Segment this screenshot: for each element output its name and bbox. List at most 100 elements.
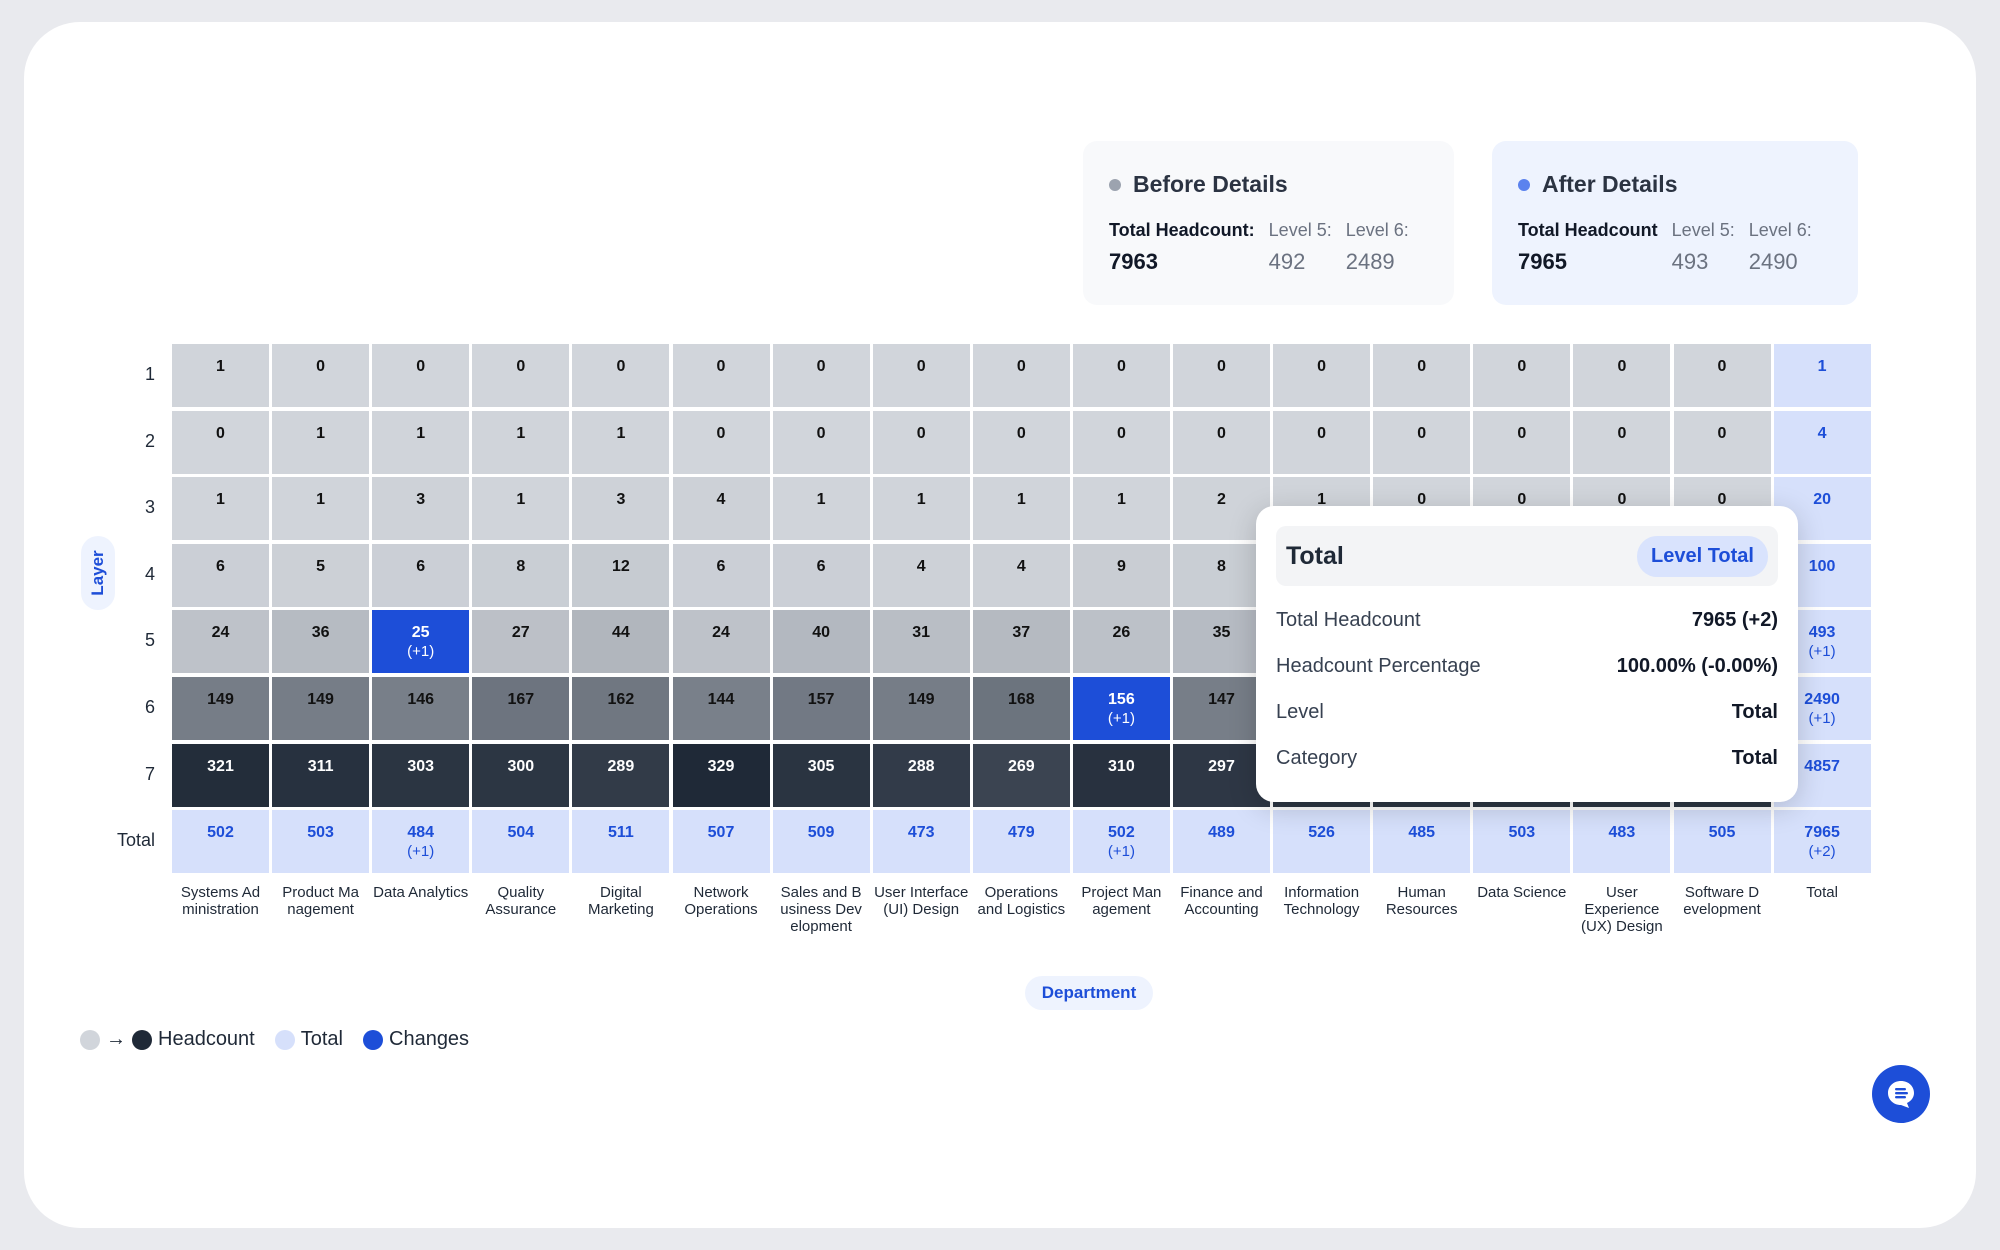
heatmap-cell[interactable]: 24 <box>672 610 770 674</box>
heatmap-cell[interactable]: 1 <box>172 344 269 407</box>
heatmap-cell[interactable]: 0 <box>472 344 570 407</box>
heatmap-cell[interactable]: 321 <box>172 743 269 807</box>
heatmap-cell[interactable]: 8 <box>472 543 570 607</box>
heatmap-cell[interactable]: 12 <box>572 543 670 607</box>
heatmap-total-cell[interactable]: 484 (+1) <box>372 810 470 874</box>
legend-total[interactable]: Total <box>274 1028 343 1051</box>
heatmap-cell[interactable]: 4 <box>972 543 1070 607</box>
heatmap-cell[interactable]: 1 <box>372 410 470 474</box>
heatmap-cell[interactable]: 0 <box>1173 410 1270 474</box>
heatmap-cell[interactable]: 0 <box>1673 410 1771 474</box>
heatmap-cell[interactable]: 311 <box>272 743 370 807</box>
heatmap-total-cell[interactable]: 526 <box>1273 810 1371 874</box>
heatmap-cell[interactable]: 149 <box>172 677 269 740</box>
heatmap-cell[interactable]: 36 <box>272 610 370 674</box>
heatmap-cell[interactable]: 0 <box>1072 344 1170 407</box>
heatmap-cell[interactable]: 6 <box>772 543 870 607</box>
chat-button[interactable] <box>1872 1065 1930 1123</box>
heatmap-total-cell[interactable]: 483 <box>1573 810 1671 874</box>
heatmap-cell[interactable]: 24 <box>172 610 269 674</box>
heatmap-cell[interactable]: 157 <box>772 677 870 740</box>
legend-headcount[interactable]: → Headcount <box>80 1028 255 1051</box>
heatmap-cell[interactable]: 1 <box>272 410 370 474</box>
heatmap-total-cell[interactable]: 507 <box>672 810 770 874</box>
heatmap-cell[interactable]: 167 <box>472 677 570 740</box>
heatmap-cell[interactable]: 6 <box>372 543 470 607</box>
heatmap-total-cell[interactable]: 509 <box>772 810 870 874</box>
heatmap-cell[interactable]: 162 <box>572 677 670 740</box>
heatmap-cell[interactable]: 1 <box>572 410 670 474</box>
heatmap-cell[interactable]: 269 <box>972 743 1070 807</box>
heatmap-cell[interactable]: 5 <box>272 543 370 607</box>
heatmap-cell[interactable]: 31 <box>872 610 970 674</box>
heatmap-cell[interactable]: 0 <box>1673 344 1771 407</box>
heatmap-cell[interactable]: 303 <box>372 743 470 807</box>
legend-changes[interactable]: Changes <box>363 1028 469 1051</box>
heatmap-total-cell[interactable]: 7965 (+2) <box>1773 810 1871 874</box>
heatmap-total-cell[interactable]: 503 <box>272 810 370 874</box>
heatmap-cell[interactable]: 6 <box>172 543 269 607</box>
heatmap-cell[interactable]: 3 <box>372 477 470 541</box>
heatmap-cell[interactable]: 1 <box>872 477 970 541</box>
heatmap-cell[interactable]: 27 <box>472 610 570 674</box>
heatmap-cell[interactable]: 329 <box>672 743 770 807</box>
heatmap-cell[interactable]: 1 <box>172 477 269 541</box>
heatmap-cell[interactable]: 300 <box>472 743 570 807</box>
heatmap-total-cell[interactable]: 511 <box>572 810 670 874</box>
heatmap-cell[interactable]: 6 <box>672 543 770 607</box>
heatmap-cell[interactable]: 305 <box>772 743 870 807</box>
heatmap-cell[interactable]: 144 <box>672 677 770 740</box>
heatmap-cell[interactable]: 1 <box>472 477 570 541</box>
heatmap-cell[interactable]: 0 <box>772 410 870 474</box>
heatmap-total-cell[interactable]: 473 <box>872 810 970 874</box>
heatmap-cell[interactable]: 0 <box>172 410 269 474</box>
heatmap-total-cell[interactable]: 1 <box>1773 344 1871 407</box>
heatmap-cell[interactable]: 1 <box>772 477 870 541</box>
heatmap-cell[interactable]: 9 <box>1072 543 1170 607</box>
heatmap-cell[interactable]: 0 <box>1573 344 1671 407</box>
heatmap-total-cell[interactable]: 505 <box>1673 810 1771 874</box>
heatmap-cell[interactable]: 1 <box>972 477 1070 541</box>
heatmap-cell[interactable]: 26 <box>1072 610 1170 674</box>
heatmap-cell[interactable]: 0 <box>572 344 670 407</box>
heatmap-cell[interactable]: 310 <box>1072 743 1170 807</box>
heatmap-cell[interactable]: 168 <box>972 677 1070 740</box>
heatmap-cell[interactable]: 0 <box>1373 344 1471 407</box>
heatmap-total-cell[interactable]: 502 (+1) <box>1072 810 1170 874</box>
heatmap-cell[interactable]: 289 <box>572 743 670 807</box>
heatmap-cell[interactable]: 4 <box>672 477 770 541</box>
heatmap-cell[interactable]: 25 (+1) <box>372 610 470 674</box>
heatmap-cell[interactable]: 44 <box>572 610 670 674</box>
heatmap-total-cell[interactable]: 489 <box>1173 810 1270 874</box>
heatmap-cell[interactable]: 0 <box>672 410 770 474</box>
heatmap-cell[interactable]: 0 <box>872 410 970 474</box>
heatmap-cell[interactable]: 0 <box>1473 344 1571 407</box>
heatmap-cell[interactable]: 156 (+1) <box>1072 677 1170 740</box>
heatmap-cell[interactable]: 0 <box>972 344 1070 407</box>
heatmap-total-cell[interactable]: 503 <box>1473 810 1571 874</box>
heatmap-cell[interactable]: 1 <box>272 477 370 541</box>
heatmap-total-cell[interactable]: 502 <box>172 810 269 874</box>
heatmap-cell[interactable]: 149 <box>272 677 370 740</box>
heatmap-cell[interactable]: 40 <box>772 610 870 674</box>
heatmap-cell[interactable]: 0 <box>872 344 970 407</box>
heatmap-cell[interactable]: 0 <box>1072 410 1170 474</box>
heatmap-total-cell[interactable]: 485 <box>1373 810 1471 874</box>
heatmap-cell[interactable]: 0 <box>1473 410 1571 474</box>
heatmap-cell[interactable]: 0 <box>1273 344 1371 407</box>
heatmap-cell[interactable]: 288 <box>872 743 970 807</box>
heatmap-cell[interactable]: 4 <box>872 543 970 607</box>
heatmap-cell[interactable]: 0 <box>772 344 870 407</box>
heatmap-cell[interactable]: 0 <box>972 410 1070 474</box>
heatmap-total-cell[interactable]: 4 <box>1773 410 1871 474</box>
heatmap-cell[interactable]: 1 <box>1072 477 1170 541</box>
heatmap-cell[interactable]: 0 <box>372 344 470 407</box>
heatmap-cell[interactable]: 149 <box>872 677 970 740</box>
heatmap-total-cell[interactable]: 479 <box>972 810 1070 874</box>
heatmap-cell[interactable]: 0 <box>272 344 370 407</box>
heatmap-cell[interactable]: 0 <box>1373 410 1471 474</box>
heatmap-cell[interactable]: 3 <box>572 477 670 541</box>
heatmap-cell[interactable]: 0 <box>1273 410 1371 474</box>
heatmap-cell[interactable]: 37 <box>972 610 1070 674</box>
heatmap-cell[interactable]: 0 <box>1173 344 1270 407</box>
